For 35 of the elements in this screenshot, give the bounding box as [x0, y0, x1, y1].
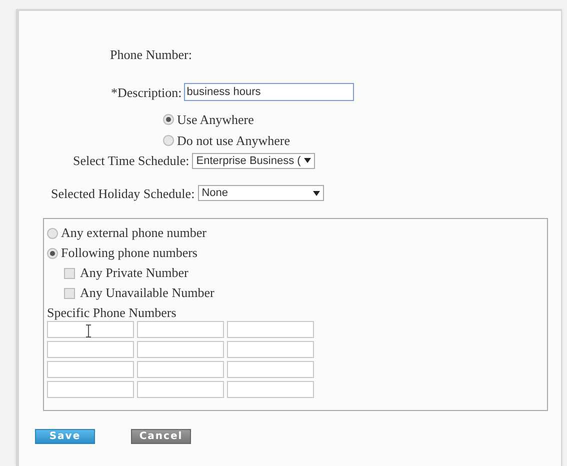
field-label: Phone Number:	[110, 47, 192, 62]
option-label: Any Unavailable Number	[80, 284, 214, 302]
phone-number-input[interactable]	[227, 381, 314, 398]
dropdown[interactable]: Enterprise Business (	[192, 152, 316, 169]
option-label: Following phone numbers	[61, 244, 198, 262]
phone-number-input[interactable]	[137, 381, 224, 398]
phone-number-input[interactable]	[137, 321, 224, 338]
phone-number-input[interactable]	[137, 341, 224, 358]
option-label: Use Anywhere	[177, 111, 254, 129]
radio-button[interactable]	[163, 134, 174, 146]
checkbox[interactable]	[64, 268, 75, 278]
option-label: Any Private Number	[80, 264, 188, 282]
phone-number-input[interactable]	[47, 381, 134, 398]
checkbox[interactable]	[64, 288, 75, 298]
field-label: *Description:	[111, 84, 182, 102]
phone-number-input[interactable]	[227, 321, 314, 338]
phone-number-input[interactable]	[227, 341, 314, 358]
dropdown[interactable]: None	[198, 185, 324, 202]
description-input[interactable]: business hours	[184, 83, 354, 102]
phone-number-input[interactable]	[47, 321, 134, 338]
option-label: Do not use Anywhere	[177, 132, 290, 150]
cancel-button[interactable]: Cancel	[131, 429, 191, 444]
phone-number-input[interactable]	[47, 361, 134, 378]
section-label: Specific Phone Numbers	[47, 304, 178, 321]
field-label: Selected Holiday Schedule:	[51, 184, 195, 203]
radio-button[interactable]	[47, 228, 58, 238]
option-label: Any external phone number	[61, 224, 206, 242]
phone-number-input[interactable]	[227, 361, 314, 378]
caret-icon	[312, 190, 320, 196]
caret-icon	[304, 158, 312, 164]
radio-button[interactable]	[47, 248, 58, 258]
radio-button[interactable]	[163, 114, 174, 126]
phone-number-input[interactable]	[47, 341, 134, 358]
field-label: Select Time Schedule:	[73, 152, 190, 170]
phone-number-input[interactable]	[137, 361, 224, 378]
